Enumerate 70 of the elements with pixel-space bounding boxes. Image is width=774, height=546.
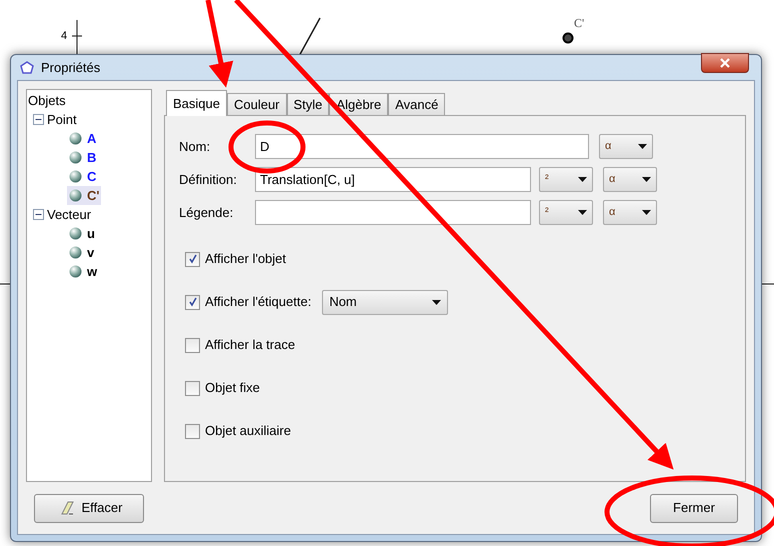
dropdown[interactable]: ² [539,167,593,192]
point-label: C' [574,15,584,32]
checkbox[interactable] [185,338,200,352]
checkbox[interactable] [185,294,200,310]
sphere-icon [69,265,82,278]
tree-item-label: u [87,225,95,243]
tree-item-label: B [87,149,96,167]
sphere-icon [69,151,82,164]
tab[interactable]: Couleur [226,93,287,115]
dropdown[interactable]: α [599,134,653,159]
tree-root-label: Objets [27,92,66,110]
close-button[interactable] [701,52,749,72]
caret-icon [638,144,647,149]
caret-icon [642,210,651,215]
field-label: Définition: [179,170,238,189]
dropdown[interactable]: α [603,167,657,192]
tree-item[interactable]: u [67,224,97,243]
close-dialog-button[interactable]: Fermer [650,494,738,522]
tree-item-label: C [87,168,96,186]
tree-item-label: v [87,244,94,262]
caret-icon [578,210,587,215]
text-field[interactable]: D [255,134,589,159]
sphere-icon [69,246,82,259]
caret-icon [578,177,587,182]
checkbox-label: Objet fixe [205,379,260,398]
tree-item[interactable]: C [67,167,98,186]
tick-label: 4 [61,29,68,44]
tree-group-label[interactable]: Vecteur [47,205,92,224]
label-dropdown[interactable]: Nom [322,290,448,314]
checkbox-label: Afficher l'objet [205,250,286,268]
collapse-icon[interactable] [33,209,44,220]
checkbox[interactable] [185,380,200,396]
checkbox-label: Afficher la trace [205,336,296,354]
window-title: Propriétés [41,58,100,77]
tree-item-label: A [87,130,96,148]
pentagon-icon [19,60,35,76]
sphere-icon [69,132,82,145]
sphere-icon [69,189,82,202]
tree-item-label: C' [87,187,100,205]
close-icon [719,58,731,68]
tree-item[interactable]: C' [67,186,102,205]
checkbox[interactable] [185,252,200,266]
text-field[interactable]: Translation[C, u] [255,167,531,192]
sphere-icon [69,170,82,183]
dropdown[interactable]: α [603,200,657,225]
tab[interactable]: Avancé [388,93,446,115]
tree-item[interactable]: v [67,243,96,262]
checkbox-label: Afficher l'étiquette: [205,293,312,312]
tree-item[interactable]: A [67,129,98,148]
checkbox[interactable] [185,424,200,438]
tab[interactable]: Style [286,93,330,115]
tree-item[interactable]: w [67,262,100,281]
text-field[interactable] [255,200,531,225]
point-icon [561,31,575,45]
sphere-icon [69,227,82,240]
field-label: Nom: [179,138,212,156]
tree-group-label[interactable]: Point [47,110,77,129]
erase-button[interactable]: Effacer [34,494,144,522]
tab[interactable]: Algèbre [329,93,388,115]
check-icon [188,254,198,264]
tree-item[interactable]: B [67,148,98,167]
field-label: Légende: [179,204,234,222]
caret-icon [642,177,651,182]
check-icon [188,297,198,307]
checkbox-label: Objet auxiliaire [205,422,291,440]
tree-item-label: w [87,263,98,281]
caret-icon [432,300,442,304]
dropdown[interactable]: ² [539,200,593,225]
tab[interactable]: Basique [166,90,227,116]
collapse-icon[interactable] [33,114,44,125]
